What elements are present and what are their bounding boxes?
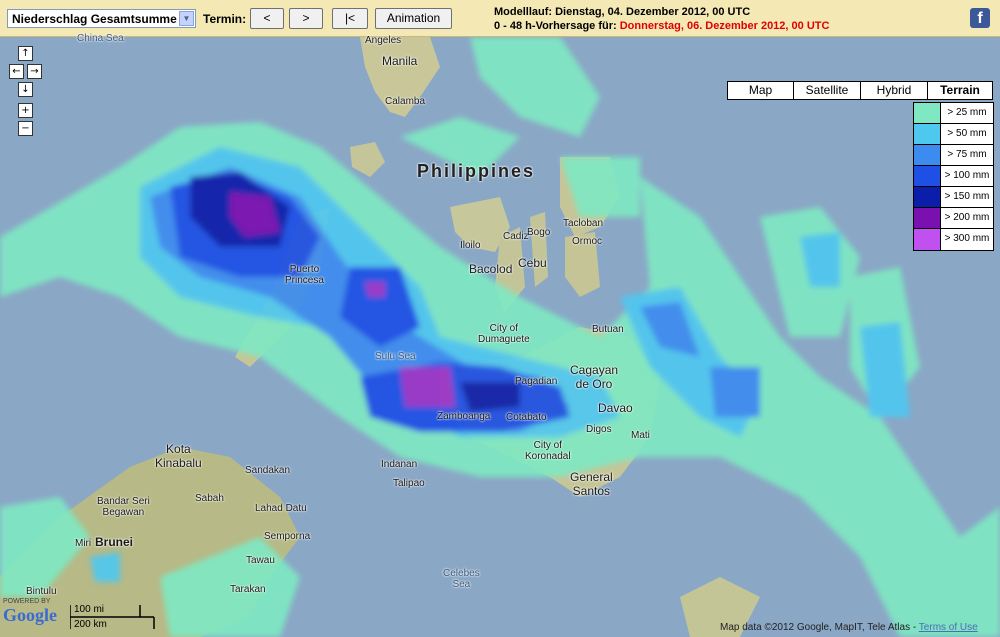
label-tawau: Tawau (246, 555, 275, 566)
forecast-prefix: 0 - 48 h-Vorhersage für: (494, 20, 617, 32)
label-manila: Manila (382, 54, 418, 68)
pan-right-button[interactable]: → (27, 64, 42, 79)
legend-label: > 25 mm (947, 107, 987, 118)
label-talipao: Talipao (393, 478, 425, 489)
legend-row: > 100 mm (914, 166, 993, 187)
label-miri: Miri (75, 538, 92, 549)
next-button[interactable]: > (289, 8, 323, 29)
label-mati: Mati (631, 430, 650, 441)
toolbar: Niederschlag Gesamtsumme ▼ Termin: < > |… (0, 0, 1000, 37)
label-bandar-seri-begawan: Bandar Seri Begawan (97, 496, 150, 518)
google-powered-by: POWERED BY (3, 598, 51, 605)
legend-row: > 150 mm (914, 187, 993, 208)
label-cotabato: Cotabato (506, 412, 547, 423)
label-brunei: Brunei (95, 535, 134, 549)
map-attribution: Map data ©2012 Google, MapIT, Tele Atlas… (720, 622, 978, 633)
label-butuan: Butuan (592, 324, 624, 335)
first-button[interactable]: |< (332, 8, 368, 29)
label-zamboanga: Zamboanga (437, 411, 491, 422)
label-cadiz: Cadiz (503, 231, 529, 242)
legend-label: > 100 mm (944, 170, 990, 181)
label-cebu: Cebu (518, 256, 547, 270)
google-logo-text: Google (3, 605, 57, 625)
map-canvas[interactable]: ↑ ← → ↓ + − Map Satellite Hybrid Terrain… (0, 33, 1000, 637)
terms-of-use-link[interactable]: Terms of Use (919, 622, 978, 633)
label-iloilo: Iloilo (460, 240, 481, 251)
scale-mi: 100 mi (74, 604, 105, 615)
legend-swatch (914, 187, 941, 207)
zoom-out-button[interactable]: − (18, 121, 33, 136)
legend-swatch (914, 229, 941, 250)
label-tarakan: Tarakan (230, 584, 266, 595)
label-sabah: Sabah (195, 493, 224, 504)
legend-swatch (914, 145, 941, 165)
legend-swatch (914, 103, 941, 123)
label-china-sea: China Sea (77, 33, 124, 44)
legend-row: > 75 mm (914, 145, 993, 166)
forecast-line: 0 - 48 h-Vorhersage für: Donnerstag, 06.… (494, 20, 829, 32)
pan-left-button[interactable]: ← (9, 64, 24, 79)
forecast-date: Donnerstag, 06. Dezember 2012, 00 UTC (619, 20, 830, 32)
label-puerto-princesa: Puerto Princesa (285, 264, 324, 286)
google-logo[interactable]: POWERED BY Google (3, 598, 57, 626)
precip-legend: > 25 mm > 50 mm > 75 mm > 100 mm > 150 mm > 2… (913, 102, 994, 251)
label-city-dumaguete: City of Dumaguete (478, 323, 530, 345)
maptype-satellite-button[interactable]: Satellite (793, 81, 861, 100)
label-angeles: Angeles (365, 35, 402, 46)
legend-row: > 50 mm (914, 124, 993, 145)
attribution-text: Map data ©2012 Google, MapIT, Tele Atlas… (720, 622, 919, 633)
legend-swatch (914, 208, 941, 228)
maptype-hybrid-button[interactable]: Hybrid (860, 81, 928, 100)
legend-swatch (914, 124, 941, 144)
maptype-terrain-button[interactable]: Terrain (927, 81, 993, 100)
legend-label: > 75 mm (947, 149, 987, 160)
label-sandakan: Sandakan (245, 465, 291, 476)
maptype-map-button[interactable]: Map (727, 81, 794, 100)
scale-bar: 100 mi 200 km (70, 603, 155, 633)
legend-label: > 150 mm (944, 191, 990, 202)
legend-row: > 200 mm (914, 208, 993, 229)
termin-label: Termin: (203, 12, 247, 26)
label-bacolod: Bacolod (469, 262, 513, 276)
label-philippines: Philippines (417, 161, 536, 181)
label-sulu-sea: Sulu Sea (375, 351, 416, 362)
pan-up-button[interactable]: ↑ (18, 46, 33, 61)
label-cagayan: Cagayan de Oro (570, 363, 619, 391)
legend-label: > 50 mm (947, 128, 987, 139)
label-kota-kinabalu: Kota Kinabalu (155, 442, 202, 470)
label-indanan: Indanan (381, 459, 418, 470)
legend-row: > 25 mm (914, 103, 993, 124)
product-select-value: Niederschlag Gesamtsumme (12, 12, 177, 26)
animation-button[interactable]: Animation (375, 8, 452, 29)
label-tacloban: Tacloban (563, 218, 604, 229)
label-pagadian: Pagadian (515, 376, 558, 387)
label-semporna: Semporna (264, 531, 311, 542)
legend-swatch (914, 166, 941, 186)
legend-label: > 200 mm (944, 212, 990, 223)
modelllauf-text: Modelllauf: Dienstag, 04. Dezember 2012,… (494, 6, 751, 18)
zoom-in-button[interactable]: + (18, 103, 33, 118)
label-davao: Davao (598, 401, 633, 415)
label-bintulu: Bintulu (26, 586, 57, 597)
scale-km: 200 km (74, 619, 107, 630)
label-digos: Digos (586, 424, 612, 435)
label-ormoc: Ormoc (572, 236, 602, 247)
label-city-koronadal: City of Koronadal (525, 440, 571, 462)
facebook-icon[interactable]: f (970, 8, 990, 28)
label-lahad-datu: Lahad Datu (255, 503, 307, 514)
label-calamba: Calamba (385, 96, 426, 107)
label-general-santos: General Santos (570, 470, 613, 498)
chevron-down-icon[interactable]: ▼ (179, 11, 194, 26)
legend-row: > 300 mm (914, 229, 993, 250)
prev-button[interactable]: < (250, 8, 284, 29)
label-bogo: Bogo (527, 227, 551, 238)
pan-down-button[interactable]: ↓ (18, 82, 33, 97)
product-select[interactable]: Niederschlag Gesamtsumme ▼ (7, 9, 196, 28)
legend-label: > 300 mm (944, 233, 990, 244)
label-celebes-sea: Celebes Sea (443, 568, 480, 590)
